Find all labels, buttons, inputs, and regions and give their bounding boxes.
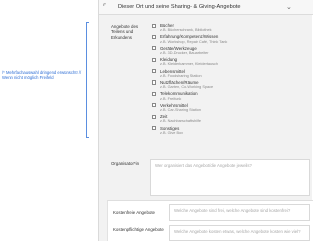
category-item[interactable]: Telekommunikation z.B. Freifunk <box>152 91 272 102</box>
checkbox[interactable] <box>152 57 157 62</box>
category-example: z.B. Bücherschrank, Bibliothek <box>160 28 212 33</box>
checkbox[interactable] <box>152 34 157 40</box>
category-example: z.B. 3D-Drucker, Bauarbeiter <box>160 50 209 55</box>
category-item[interactable]: Erfahrung/Kompetenz/Wissen z.B. Workshop,… <box>152 34 272 45</box>
category-example: z.B. Foodsharing Station <box>160 73 202 78</box>
category-checklist: Bücher z.B. Bücherschrank, Bibliothek Erfa… <box>152 23 272 137</box>
category-example: z.B. Car-Sharing Station <box>160 107 201 112</box>
category-item[interactable]: Zeit z.B. Nachbarschaftshilfe <box>152 114 272 125</box>
checkbox[interactable] <box>152 69 157 74</box>
checkbox[interactable] <box>152 103 157 108</box>
checkbox[interactable] <box>152 126 157 131</box>
paid-offers-label: Kostenpflichtige Angebote <box>113 227 164 232</box>
checkbox[interactable] <box>152 46 157 51</box>
category-item[interactable]: Kleidung z.B. Kleiderkammer, Kleidertausc… <box>152 57 272 68</box>
category-item[interactable]: Nutzflächen/Räume z.B. Garten, Co-Working… <box>152 80 272 91</box>
checkbox[interactable] <box>152 91 157 97</box>
category-item[interactable]: Geräte/Werkzeuge z.B. 3D-Drucker, Bauarbe… <box>152 46 272 57</box>
category-example: z.B. Nachbarschaftshilfe <box>160 119 201 124</box>
category-example: z.B. Freifunk <box>160 96 182 101</box>
checkbox[interactable] <box>152 23 157 28</box>
category-item[interactable]: Bücher z.B. Bücherschrank, Bibliothek <box>152 23 272 34</box>
form-panel: ⌜ Dieser Ort und seine Sharing- & Giving… <box>98 0 313 241</box>
category-example: z.B. Garten, Co-Working Space <box>160 85 214 90</box>
category-example: z.B. Give Box <box>160 130 184 135</box>
category-item[interactable]: Verkehrsmittel z.B. Car-Sharing Station <box>152 103 272 114</box>
category-example: z.B. Workshop, Repair Café, Think Tank <box>160 39 228 44</box>
paid-offers-input[interactable] <box>169 225 310 241</box>
checkbox[interactable] <box>152 114 157 119</box>
square-corner-icon: ⌜ <box>103 4 107 11</box>
free-offers-label: Kostenfreie Angebote <box>113 210 155 215</box>
section-header[interactable]: ⌜ Dieser Ort und seine Sharing- & Giving… <box>99 0 313 15</box>
free-offers-input[interactable] <box>169 204 310 221</box>
organizer-label: Organisator*in <box>111 161 140 166</box>
category-example: z.B. Kleiderkammer, Kleidertausch <box>160 62 219 67</box>
annotation-note: /* Mehrfachauswahl dringend erwünscht! /… <box>2 70 82 81</box>
category-item[interactable]: Lebensmittel z.B. Foodsharing Station <box>152 69 272 80</box>
organizer-input[interactable] <box>150 159 310 196</box>
annotation-bracket <box>86 22 89 138</box>
chevron-down-icon[interactable]: ⌄ <box>286 3 292 12</box>
category-item[interactable]: Sonstiges z.B. Give Box <box>152 126 272 137</box>
categories-label: Angebote des Teilens und Erkundens <box>111 24 139 40</box>
checkbox[interactable] <box>152 80 157 85</box>
section-title: Dieser Ort und seine Sharing- & Giving-A… <box>118 4 241 10</box>
